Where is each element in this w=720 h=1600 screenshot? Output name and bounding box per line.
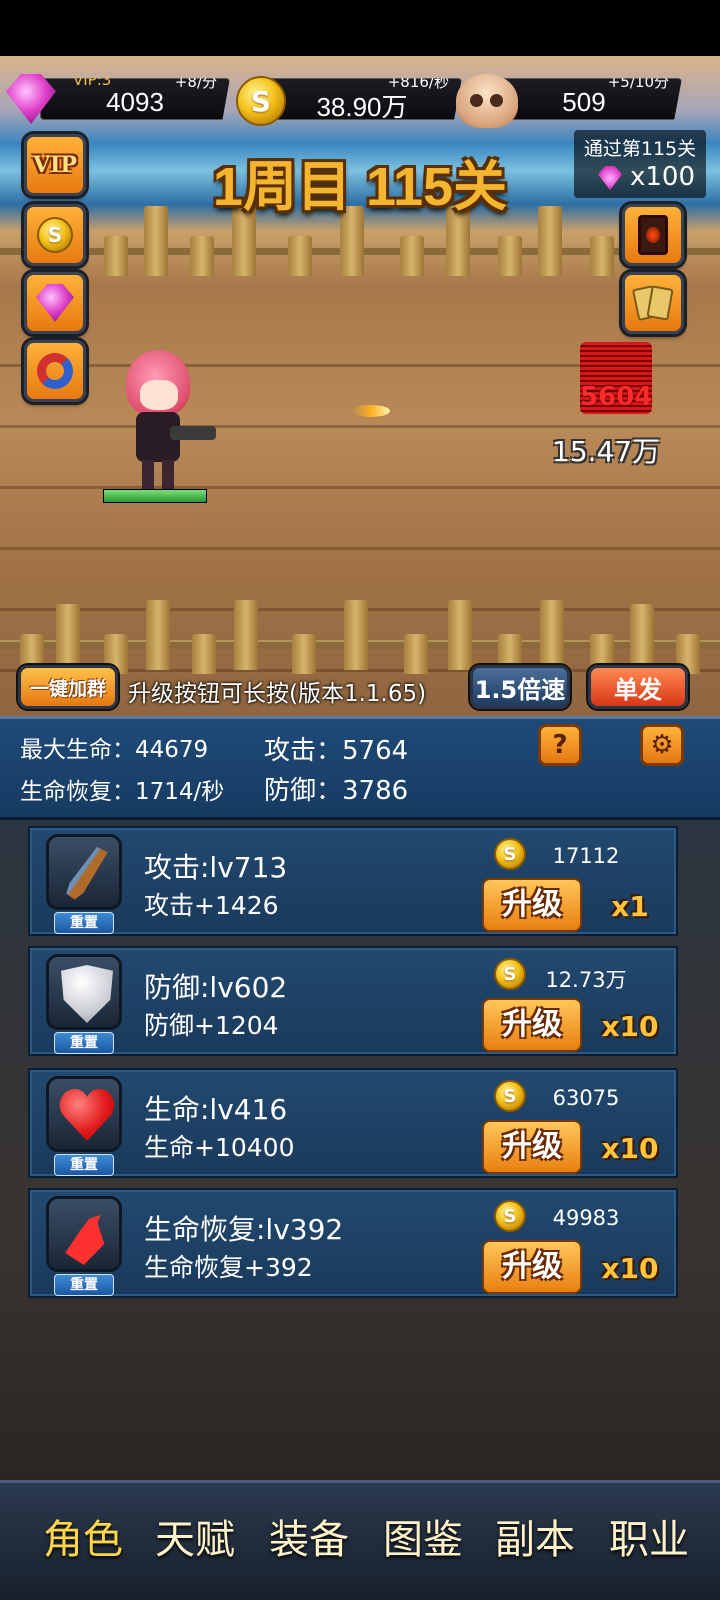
reset-button[interactable]: 重置 [54,1032,114,1054]
upgrade-button[interactable]: 升级 [482,998,582,1052]
upgrade-button[interactable]: 升级 [482,1120,582,1174]
multiplier-button[interactable]: x1 [590,890,670,923]
cards-icon [631,285,674,321]
card-icon [638,215,668,255]
gem-icon [36,284,74,322]
upgrade-button[interactable]: 升级 [482,878,582,932]
stat-max-hp: 最大生命：44679 [20,737,209,763]
reset-button[interactable]: 重置 [54,912,114,934]
card-collection-button[interactable] [622,272,684,334]
gem-shop-button[interactable] [24,272,86,334]
upgrade-row-attack: 重置 攻击:lv713 攻击+1426 S 17112 升级 x1 [28,826,678,936]
magnet-button[interactable] [24,340,86,402]
settings-button[interactable]: ⚙ [640,724,684,766]
upgrade-effect: 生命恢复+392 [144,1253,313,1282]
fire-mode-button[interactable]: 单发 [588,665,688,709]
coin-icon: S [494,838,526,870]
tab-character[interactable]: 角色 [28,1507,138,1565]
version-hint: 升级按钮可长按(版本1.1.65) [128,681,427,707]
heart-icon [59,1089,115,1141]
upgrade-cost: 12.73万 [545,968,627,992]
stage-reward: 通过第115关 x100 [574,130,706,198]
coin-icon: S [494,1080,526,1112]
reward-text: 通过第115关 [583,138,697,160]
upgrade-effect: 攻击+1426 [144,891,279,920]
upgrade-row-hp: 重置 生命:lv416 生命+10400 S 63075 升级 x10 [28,1068,678,1178]
shield-icon [61,965,113,1023]
coin-icon: S [37,217,73,253]
upgrade-button[interactable]: 升级 [482,1240,582,1294]
upgrade-effect: 生命+10400 [144,1133,295,1162]
upgrade-cost: 63075 [552,1086,620,1110]
magnet-icon [37,353,73,389]
upgrade-row-regen: 重置 生命恢复:lv392 生命恢复+392 S 49983 升级 x10 [28,1188,678,1298]
gem-icon [598,166,622,190]
tab-codex[interactable]: 图鉴 [368,1507,478,1565]
join-group-button[interactable]: 一键加群 [18,665,118,709]
multiplier-button[interactable]: x10 [590,1252,670,1285]
coin-icon: S [494,1200,526,1232]
gold-value: 38.90万 [316,92,408,122]
speed-button[interactable]: 1.5倍速 [470,665,570,709]
gems-value: 4093 [106,87,164,117]
upgrade-name: 生命:lv416 [144,1093,288,1126]
stat-defense: 防御：3786 [264,776,409,806]
damage-number: 5604 [580,382,653,412]
reset-button[interactable]: 重置 [54,1274,114,1296]
hero-hp-fill [104,490,206,502]
upgrade-row-defense: 重置 防御:lv602 防御+1204 S 12.73万 升级 x10 [28,946,678,1056]
tab-dungeon[interactable]: 副本 [480,1507,590,1565]
stat-regen: 生命恢复：1714/秒 [20,779,225,805]
hero-character [118,350,216,490]
hero-hp-bar [103,489,207,503]
front-fence [0,600,720,674]
tab-talent[interactable]: 天赋 [140,1507,250,1565]
tab-equipment[interactable]: 装备 [254,1507,364,1565]
card-button[interactable] [622,204,684,266]
upgrade-name: 防御:lv602 [144,971,288,1004]
bottom-nav: 角色 天赋 装备 图鉴 副本 职业 [0,1480,720,1600]
upgrade-cost: 17112 [552,844,620,868]
upgrade-effect: 防御+1204 [144,1011,279,1040]
tab-class[interactable]: 职业 [594,1507,704,1565]
gold-shop-button[interactable]: S [24,204,86,266]
multiplier-button[interactable]: x10 [590,1132,670,1165]
upgrade-cost: 49983 [552,1206,620,1230]
stat-attack: 攻击：5764 [264,736,409,766]
reward-amount: x100 [630,162,696,192]
gear-icon: ⚙ [650,730,674,760]
vip-button[interactable]: VIP [24,134,86,196]
coin-icon: S [494,958,526,990]
potion-icon [65,1205,105,1265]
skull-icon [456,74,518,128]
bullet [352,405,390,417]
status-bar [0,0,720,56]
coin-icon: S [236,76,286,126]
upgrade-name: 攻击:lv713 [144,851,288,884]
gold-counter: +816/秒 38.90万 [262,78,462,120]
enemy-hp: 15.47万 [552,435,661,468]
upgrade-name: 生命恢复:lv392 [144,1213,344,1246]
multiplier-button[interactable]: x10 [590,1010,670,1043]
help-button[interactable]: ? [538,724,582,766]
reset-button[interactable]: 重置 [54,1154,114,1176]
gems-counter: VIP:3 +8/分 4093 [40,78,230,120]
knife-icon [59,845,115,901]
